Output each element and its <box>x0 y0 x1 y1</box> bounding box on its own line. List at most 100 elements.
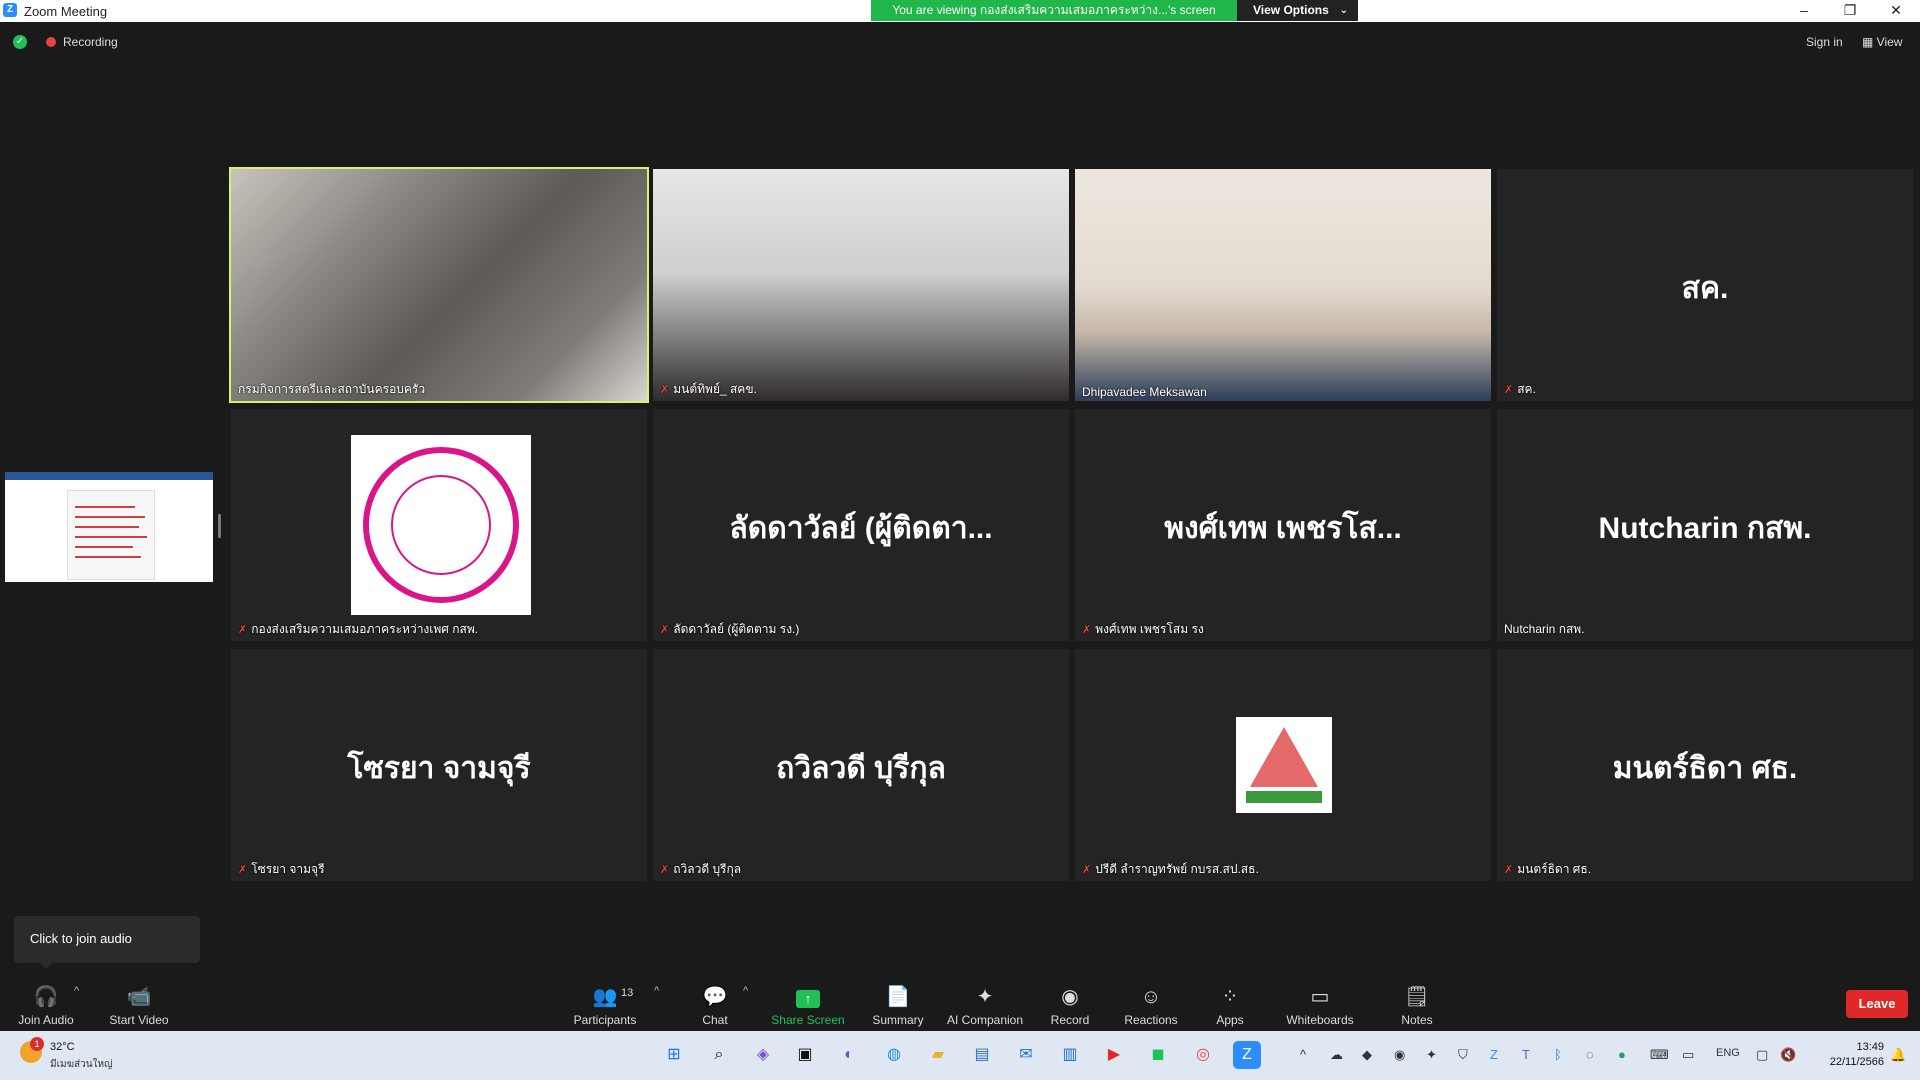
keyboard-icon[interactable]: ⌨ <box>1650 1047 1669 1063</box>
tray-teams-icon[interactable]: T <box>1522 1047 1530 1062</box>
chat-icon: 💬 <box>702 986 728 1008</box>
bluetooth-icon[interactable]: ᛒ <box>1554 1047 1562 1062</box>
restore-button[interactable]: ❐ <box>1827 0 1873 22</box>
mic-muted-icon: ✗ <box>660 384 670 396</box>
notes-button[interactable]: 🗒 Notes <box>1390 975 1444 1031</box>
task-view-icon[interactable]: ▣ <box>791 1041 819 1069</box>
view-options-button[interactable]: View Options ⌄ <box>1237 0 1358 21</box>
video-tile[interactable]: กรมกิจการสตรีและสถาบันครอบครัว <box>229 167 649 403</box>
audio-options-caret-icon[interactable]: ^ <box>74 985 79 997</box>
app-icon[interactable]: ▥ <box>1056 1041 1084 1069</box>
video-tile[interactable]: ✗ กองส่งเสริมความเสมอภาคระหว่างเพศ กสพ. <box>231 409 647 641</box>
video-tile[interactable]: ✗ ปรีดี ลำราญทรัพย์ กบรส.สป.สธ. <box>1075 649 1491 881</box>
participants-caret-icon[interactable]: ^ <box>654 985 659 997</box>
search-icon[interactable]: ⌕ <box>705 1041 733 1069</box>
mic-muted-icon: ✗ <box>238 864 248 876</box>
participant-name-row: ✗ กองส่งเสริมความเสมอภาคระหว่างเพศ กสพ. <box>238 620 478 639</box>
tray-app-icon[interactable]: ● <box>1618 1047 1626 1062</box>
participant-display-name: ถวิลวดี บุรีกุล <box>776 752 946 785</box>
video-tile[interactable]: สค. ✗ สค. <box>1497 169 1913 401</box>
headphones-icon: 🎧 <box>33 986 59 1008</box>
summary-button[interactable]: 📄 Summary <box>862 975 934 1031</box>
teams-icon[interactable]: ◐ <box>835 1041 863 1069</box>
video-tile[interactable]: ถวิลวดี บุรีกุล ✗ ถวิลวดี บุรีกุล <box>653 649 1069 881</box>
ai-companion-label: AI Companion <box>946 1013 1024 1027</box>
panel-splitter[interactable] <box>218 514 221 538</box>
language-indicator[interactable]: ENG <box>1716 1047 1740 1059</box>
ai-companion-button[interactable]: ✦ AI Companion <box>942 975 1028 1031</box>
copilot-icon[interactable]: ◈ <box>749 1041 777 1069</box>
taskbar-clock[interactable]: 13:49 22/11/2566 <box>1810 1040 1884 1070</box>
video-tile[interactable]: Dhipavadee Meksawan <box>1075 169 1491 401</box>
notification-bell-icon[interactable]: 🔔 <box>1890 1047 1906 1063</box>
zoom-taskbar-icon[interactable]: Z <box>1233 1041 1261 1069</box>
tray-shield-icon[interactable]: ⛉ <box>1458 1047 1468 1063</box>
line-icon[interactable]: ◼ <box>1144 1041 1172 1069</box>
chat-button[interactable]: 💬 Chat <box>684 975 746 1031</box>
thumbnail-text-line <box>75 506 135 508</box>
join-audio-button[interactable]: 🎧 Join Audio <box>10 975 82 1031</box>
view-label: View <box>1876 35 1903 49</box>
weather-temperature[interactable]: 32°C <box>50 1041 75 1053</box>
viewing-banner-text: You are viewing กองส่งเสริมความเสมอภาคระ… <box>871 0 1237 21</box>
thumbnail-text-line <box>75 516 145 518</box>
video-tile[interactable]: ✗ มนต์ทิพย์_ สคข. <box>653 169 1069 401</box>
edge-icon[interactable]: ◍ <box>880 1041 908 1069</box>
tray-overflow-icon[interactable]: ^ <box>1300 1047 1306 1062</box>
participant-video <box>231 169 647 401</box>
participant-name: พงศ์เทพ เพชรโสม รง <box>1095 622 1204 636</box>
participant-display-name: Nutcharin กสพ. <box>1598 512 1812 545</box>
mail-icon[interactable]: ✉ <box>1012 1041 1040 1069</box>
shared-screen-thumbnail[interactable] <box>5 472 213 582</box>
record-button[interactable]: ◉ Record <box>1040 975 1100 1031</box>
leave-button[interactable]: Leave <box>1846 990 1908 1018</box>
whiteboards-button[interactable]: ▭ Whiteboards <box>1278 975 1362 1031</box>
windows-start-icon[interactable]: ⊞ <box>660 1041 688 1069</box>
network-icon[interactable]: ▢ <box>1756 1047 1768 1063</box>
apps-button[interactable]: ⁘ Apps <box>1202 975 1258 1031</box>
share-screen-button[interactable]: ↑ Share Screen <box>766 975 850 1031</box>
video-tile[interactable]: โซรยา จามจุรี ✗ โซรยา จามจุรี <box>231 649 647 881</box>
participant-name: Nutcharin กสพ. <box>1504 622 1585 636</box>
tray-app-icon[interactable]: ◆ <box>1362 1047 1372 1063</box>
participant-name-row: ✗ โซรยา จามจุรี <box>238 860 325 879</box>
close-button[interactable]: ✕ <box>1873 0 1919 22</box>
record-icon: ◉ <box>1061 986 1079 1008</box>
meeting-toolbar: 🎧 Join Audio ^ 📹 Start Video 👥 Participa… <box>0 975 1920 1031</box>
tray-display-icon[interactable]: ▭ <box>1682 1047 1694 1063</box>
tray-cloud-icon[interactable]: ☁ <box>1330 1047 1343 1063</box>
start-video-button[interactable]: 📹 Start Video <box>100 975 178 1031</box>
video-tile[interactable]: พงศ์เทพ เพชรโส... ✗ พงศ์เทพ เพชรโสม รง <box>1075 409 1491 641</box>
recording-label[interactable]: Recording <box>63 35 118 49</box>
participants-button[interactable]: 👥 Participants <box>566 975 644 1031</box>
mic-muted-icon: ✗ <box>1504 384 1514 396</box>
chrome-icon[interactable]: ◎ <box>1189 1041 1217 1069</box>
weather-description[interactable]: มีเมฆส่วนใหญ่ <box>50 1057 113 1072</box>
thumbnail-text-line <box>75 546 133 548</box>
video-tile[interactable]: ลัดดาวัลย์ (ผู้ติดตา... ✗ ลัดดาวัลย์ (ผู้… <box>653 409 1069 641</box>
tray-app-icon[interactable]: ✦ <box>1426 1047 1437 1063</box>
mic-muted-icon: ✗ <box>1504 864 1514 876</box>
zoom-logo-icon: Z <box>3 3 17 17</box>
chat-caret-icon[interactable]: ^ <box>743 985 748 997</box>
shield-icon[interactable]: ✓ <box>13 35 27 49</box>
reactions-button[interactable]: ☺ Reactions <box>1120 975 1182 1031</box>
video-tile[interactable]: Nutcharin กสพ. Nutcharin กสพ. <box>1497 409 1913 641</box>
participant-name: สค. <box>1517 382 1536 396</box>
youtube-icon[interactable]: ▶ <box>1100 1041 1128 1069</box>
view-button[interactable]: ▦ View <box>1862 35 1902 49</box>
file-explorer-icon[interactable]: ▰ <box>924 1041 952 1069</box>
video-tile[interactable]: มนตร์ธิดา ศธ. ✗ มนตร์ธิดา ศธ. <box>1497 649 1913 881</box>
sign-in-button[interactable]: Sign in <box>1806 35 1843 49</box>
title-bar: Z Zoom Meeting You are viewing กองส่งเสร… <box>0 0 1920 22</box>
volume-muted-icon[interactable]: 🔇 <box>1780 1047 1796 1063</box>
participants-label: Participants <box>573 1013 637 1027</box>
store-icon[interactable]: ▤ <box>968 1041 996 1069</box>
minimize-button[interactable]: – <box>1781 0 1827 22</box>
tray-app-icon[interactable]: ◌ <box>1586 1047 1594 1062</box>
tray-eye-icon[interactable]: ◉ <box>1394 1047 1405 1063</box>
join-audio-tooltip[interactable]: Click to join audio <box>14 916 200 969</box>
participants-count: 13 <box>621 987 634 999</box>
tray-zoom-icon[interactable]: Z <box>1490 1047 1498 1062</box>
apps-label: Apps <box>1216 1013 1244 1027</box>
